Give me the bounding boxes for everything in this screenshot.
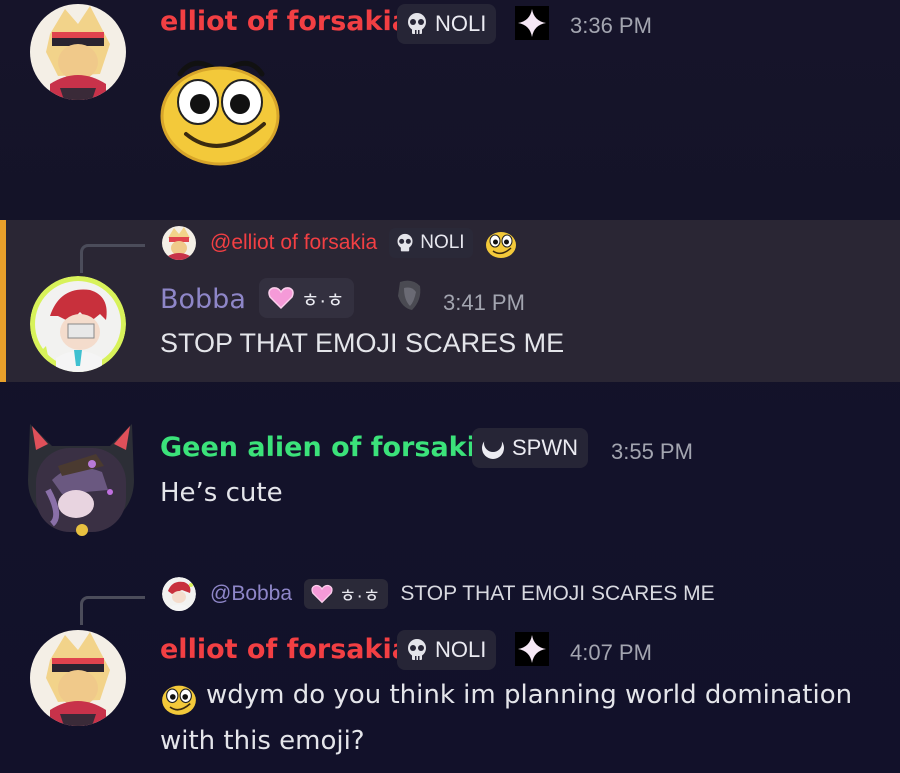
server-tag-label: ㅎ·ㅎ xyxy=(301,289,345,312)
message-1: elliot of forsakia NOLI 3:36 PM xyxy=(0,0,900,220)
skull-icon xyxy=(408,639,426,660)
reply-server-tag: ㅎ·ㅎ xyxy=(304,579,389,609)
server-tag-label: NOLI xyxy=(435,637,487,662)
reply-server-tag-label: NOLI xyxy=(420,232,465,253)
timestamp: 4:07 PM xyxy=(570,640,652,665)
reply-username[interactable]: @Bobba xyxy=(210,582,292,606)
heart-icon xyxy=(268,287,294,310)
reply-preview[interactable]: @elliot of forsakia NOLI xyxy=(162,226,517,260)
googly-eyes-smiley-emoji xyxy=(158,44,283,169)
skull-icon xyxy=(408,13,426,34)
username[interactable]: Geen alien of forsakia xyxy=(160,432,494,463)
reply-server-tag: NOLI xyxy=(389,228,473,258)
reply-connector xyxy=(80,244,145,273)
timestamp: 3:55 PM xyxy=(611,439,693,464)
message-3: Geen alien of forsakia SPWN 3:55 PM He’s… xyxy=(0,382,900,552)
reply-avatar xyxy=(162,226,196,260)
mask-icon xyxy=(392,278,424,314)
reply-preview[interactable]: @Bobba ㅎ·ㅎ STOP THAT EMOJI SCARES ME xyxy=(162,577,715,611)
sparkle-icon xyxy=(515,6,549,40)
avatar-bobba[interactable] xyxy=(30,276,126,372)
server-tag-label: NOLI xyxy=(435,11,487,36)
reply-server-tag-label: ㅎ·ㅎ xyxy=(339,585,381,607)
googly-eyes-smiley-emoji xyxy=(160,680,198,716)
crescent-icon xyxy=(482,435,504,459)
timestamp: 3:41 PM xyxy=(443,290,525,315)
sparkle-icon xyxy=(515,632,549,666)
avatar-geen-alien[interactable] xyxy=(22,420,140,538)
skull-icon xyxy=(397,233,413,252)
message-text-line-1: wdym do you think im planning world domi… xyxy=(206,680,853,710)
heart-icon xyxy=(311,584,333,604)
message-text-line-2: with this emoji? xyxy=(160,726,365,756)
message-2: @elliot of forsakia NOLI Bobba ㅎ·ㅎ 3:41 … xyxy=(0,220,900,382)
reply-username[interactable]: @elliot of forsakia xyxy=(210,231,377,255)
server-tag[interactable]: NOLI xyxy=(397,4,497,44)
timestamp: 3:36 PM xyxy=(570,13,652,38)
message-4: @Bobba ㅎ·ㅎ STOP THAT EMOJI SCARES ME ell… xyxy=(0,560,900,773)
username[interactable]: elliot of forsakia xyxy=(160,6,410,37)
message-text: He’s cute xyxy=(160,478,283,508)
server-tag[interactable]: ㅎ·ㅎ xyxy=(259,278,355,318)
reply-text: STOP THAT EMOJI SCARES ME xyxy=(400,582,715,605)
username[interactable]: elliot of forsakia xyxy=(160,634,410,665)
googly-eyes-smiley-emoji xyxy=(485,232,516,258)
reply-avatar xyxy=(162,577,196,611)
reply-connector xyxy=(80,596,145,625)
server-tag-label: SPWN xyxy=(512,435,578,460)
server-tag[interactable]: SPWN xyxy=(472,428,588,468)
avatar-elliot[interactable] xyxy=(30,630,126,726)
server-tag[interactable]: NOLI xyxy=(397,630,497,670)
username[interactable]: Bobba xyxy=(160,284,246,315)
message-text: STOP THAT EMOJI SCARES ME xyxy=(160,328,565,358)
avatar-elliot[interactable] xyxy=(30,4,126,100)
